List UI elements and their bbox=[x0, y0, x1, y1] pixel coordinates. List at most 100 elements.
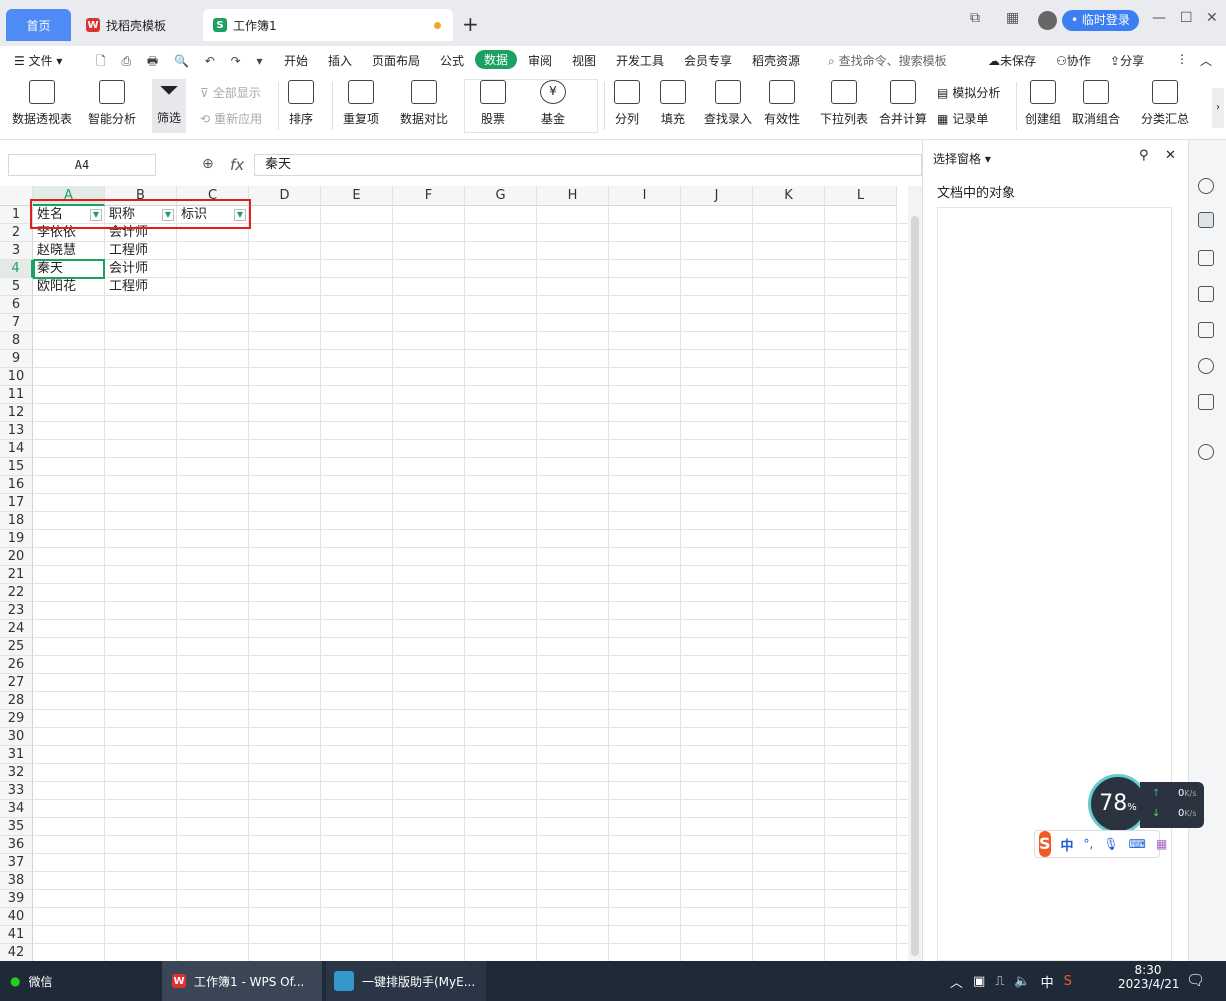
column-header[interactable]: G bbox=[465, 186, 537, 206]
row-header[interactable]: 10 bbox=[0, 368, 33, 386]
microphone-icon[interactable]: 🎙 bbox=[1103, 837, 1118, 851]
row-header[interactable]: 12 bbox=[0, 404, 33, 422]
row-header[interactable]: 29 bbox=[0, 710, 33, 728]
row-header[interactable]: 27 bbox=[0, 674, 33, 692]
dropdown-list-button[interactable]: 下拉列表 bbox=[820, 80, 868, 127]
maximize-button[interactable]: ☐ bbox=[1180, 10, 1193, 26]
punctuation-icon[interactable]: °, bbox=[1084, 837, 1094, 851]
row-header[interactable]: 28 bbox=[0, 692, 33, 710]
spreadsheet-grid[interactable]: A B C D E F G H I J K L 1 2 3 4 5 6 7 8 9 10 11 12 13 14 15 16 17 18 1… bbox=[0, 186, 908, 961]
row-header[interactable]: 20 bbox=[0, 548, 33, 566]
lightbulb-icon[interactable] bbox=[1198, 358, 1214, 374]
ime-indicator[interactable]: 中 bbox=[1041, 972, 1054, 991]
menu-formula[interactable]: 公式 bbox=[440, 52, 464, 69]
name-box[interactable]: A4 bbox=[8, 154, 156, 176]
taskbar-wps[interactable]: W 工作簿1 - WPS Of... bbox=[162, 961, 322, 1001]
split-column-button[interactable]: 分列 bbox=[614, 80, 640, 127]
collapse-ribbon-icon[interactable]: ︿ bbox=[1200, 52, 1212, 69]
row-header[interactable]: 41 bbox=[0, 926, 33, 944]
row-header[interactable]: 21 bbox=[0, 566, 33, 584]
notification-icon[interactable]: 🗨 bbox=[1186, 971, 1205, 989]
row-header[interactable]: 6 bbox=[0, 296, 33, 314]
row-header[interactable]: 15 bbox=[0, 458, 33, 476]
keyboard-icon[interactable]: ⌨ bbox=[1129, 837, 1146, 851]
menu-docer[interactable]: 稻壳资源 bbox=[752, 52, 800, 69]
lookup-entry-button[interactable]: 查找录入 bbox=[704, 80, 752, 127]
transform-icon[interactable] bbox=[1198, 286, 1214, 302]
row-header[interactable]: 19 bbox=[0, 530, 33, 548]
row-header[interactable]: 1 bbox=[0, 206, 33, 224]
row-header[interactable]: 35 bbox=[0, 818, 33, 836]
quick-access-toolbar[interactable]: 🗋 ⎙ 🖶 🔍 ↶ ↷ ▾ bbox=[96, 52, 269, 73]
adjust-icon[interactable] bbox=[1198, 250, 1214, 266]
column-header[interactable]: D bbox=[249, 186, 321, 206]
row-header[interactable]: 5 bbox=[0, 278, 33, 296]
row-header[interactable]: 33 bbox=[0, 782, 33, 800]
new-tab-button[interactable]: + bbox=[462, 12, 479, 36]
apps-icon[interactable]: ▦ bbox=[1156, 837, 1167, 851]
menu-dev-tools[interactable]: 开发工具 bbox=[616, 52, 664, 69]
filter-button[interactable]: ⏷ 筛选 bbox=[152, 78, 186, 133]
volume-icon[interactable]: 🔈 bbox=[1014, 974, 1030, 989]
row-header[interactable]: 22 bbox=[0, 584, 33, 602]
column-header[interactable]: E bbox=[321, 186, 393, 206]
create-group-button[interactable]: 创建组 bbox=[1025, 80, 1061, 127]
sort-button[interactable]: 排序 bbox=[288, 80, 314, 127]
record-form-button[interactable]: ▦ 记录单 bbox=[937, 110, 988, 127]
fund-button[interactable]: ¥ 基金 bbox=[540, 80, 566, 127]
system-tray[interactable]: ︿ ▣ ⎍ 🔈 中 S bbox=[950, 961, 1072, 1001]
taskbar-wechat[interactable]: ● 微信 bbox=[0, 961, 158, 1001]
menu-page-layout[interactable]: 页面布局 bbox=[372, 52, 420, 69]
collab-button[interactable]: ⚇协作 bbox=[1056, 52, 1091, 69]
tab-home[interactable]: 首页 bbox=[6, 9, 71, 41]
command-search[interactable]: ⌕ 查找命令、搜索模板 bbox=[828, 52, 947, 69]
row-header[interactable]: 13 bbox=[0, 422, 33, 440]
row-header[interactable]: 8 bbox=[0, 332, 33, 350]
simulate-analysis-button[interactable]: ▤ 模拟分析 bbox=[937, 84, 1000, 101]
row-header[interactable]: 34 bbox=[0, 800, 33, 818]
ime-toolbar[interactable]: S 中 °, 🎙 ⌨ ▦ bbox=[1034, 830, 1167, 858]
minimize-button[interactable]: — bbox=[1152, 10, 1166, 26]
share-button[interactable]: ⇪分享 bbox=[1110, 52, 1144, 69]
row-header[interactable]: 36 bbox=[0, 836, 33, 854]
ime-mode[interactable]: 中 bbox=[1061, 835, 1074, 854]
rocket-icon[interactable] bbox=[1198, 178, 1214, 194]
unsaved-button[interactable]: ☁未保存 bbox=[988, 52, 1036, 69]
row-header[interactable]: 42 bbox=[0, 944, 33, 961]
row-header[interactable]: 9 bbox=[0, 350, 33, 368]
fx-icon[interactable]: fx bbox=[230, 156, 244, 174]
reapply-button[interactable]: ⟲ 重新应用 bbox=[200, 110, 262, 127]
select-all-corner[interactable] bbox=[0, 186, 33, 206]
row-header[interactable]: 38 bbox=[0, 872, 33, 890]
close-pane-icon[interactable]: ✕ bbox=[1165, 148, 1176, 163]
close-button[interactable]: ✕ bbox=[1206, 10, 1218, 26]
tab-template[interactable]: W 找稻壳模板 bbox=[76, 9, 198, 41]
avatar[interactable] bbox=[1038, 11, 1057, 30]
sogou-tray-icon[interactable]: S bbox=[1064, 974, 1072, 989]
fill-button[interactable]: 填充 bbox=[660, 80, 686, 127]
data-cell[interactable] bbox=[177, 260, 249, 278]
menu-view[interactable]: 视图 bbox=[572, 52, 596, 69]
merge-calc-button[interactable]: 合并计算 bbox=[879, 80, 927, 127]
data-compare-button[interactable]: 数据对比 bbox=[400, 80, 448, 127]
validity-button[interactable]: 有效性 bbox=[764, 80, 800, 127]
column-header[interactable]: H bbox=[537, 186, 609, 206]
subtotal-button[interactable]: 分类汇总 bbox=[1141, 80, 1189, 127]
row-header[interactable]: 4 bbox=[0, 260, 33, 278]
vertical-scrollbar[interactable] bbox=[908, 186, 922, 961]
row-header[interactable]: 3 bbox=[0, 242, 33, 260]
duplicates-button[interactable]: 重复项 bbox=[343, 80, 379, 127]
row-header[interactable]: 39 bbox=[0, 890, 33, 908]
column-header[interactable]: J bbox=[681, 186, 753, 206]
row-header[interactable]: 16 bbox=[0, 476, 33, 494]
ungroup-button[interactable]: 取消组合 bbox=[1072, 80, 1120, 127]
row-header[interactable]: 17 bbox=[0, 494, 33, 512]
menu-start[interactable]: 开始 bbox=[284, 52, 308, 69]
file-menu[interactable]: ☰ 文件 ▾ bbox=[14, 52, 62, 69]
network-icon[interactable]: ⎍ bbox=[995, 974, 1004, 989]
row-header[interactable]: 40 bbox=[0, 908, 33, 926]
layout-icon[interactable]: ⧉ bbox=[970, 10, 980, 26]
ribbon-scroll-right-icon[interactable]: › bbox=[1212, 88, 1224, 128]
data-cell[interactable] bbox=[177, 242, 249, 260]
data-cell[interactable]: 工程师 bbox=[105, 278, 177, 296]
